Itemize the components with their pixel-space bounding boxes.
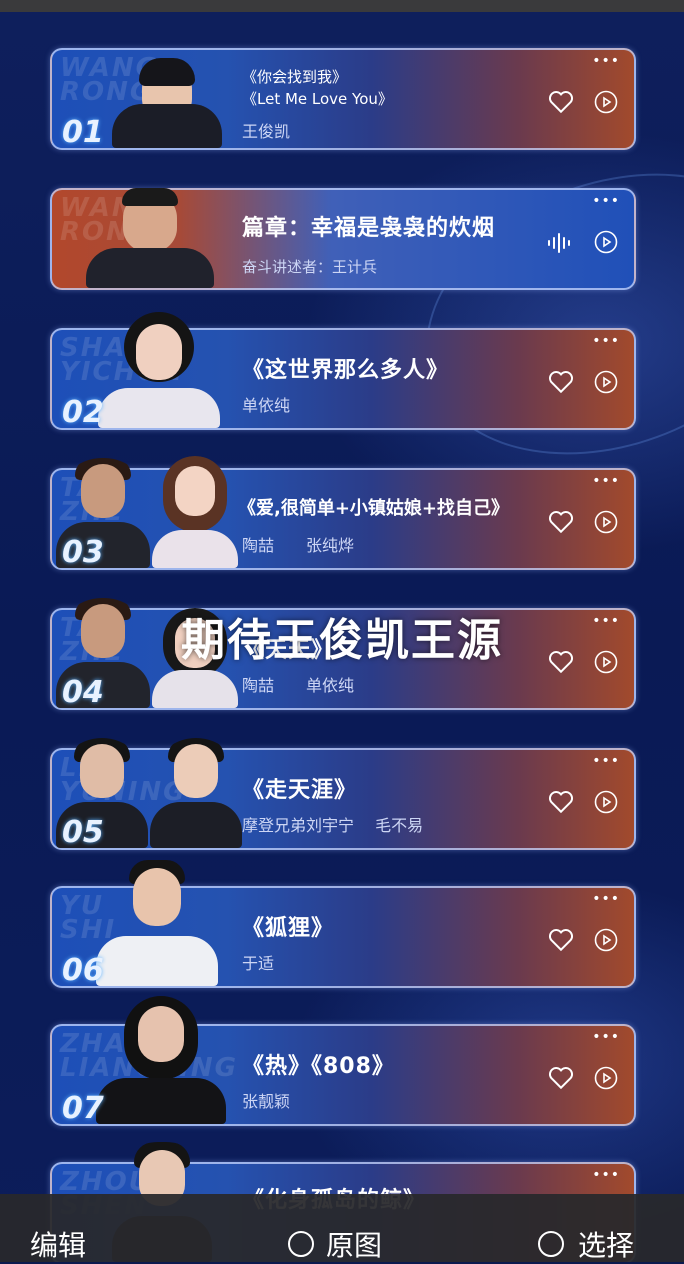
more-icon[interactable]: ••• [592,474,620,488]
performer-names: 陶喆 单依纯 [242,676,355,695]
radio-icon[interactable] [538,1231,564,1257]
more-icon[interactable]: ••• [592,194,620,208]
play-icon[interactable] [594,370,618,394]
performer-photo-2 [152,456,238,568]
song-title-en: 《Let Me Love You》 [242,90,393,108]
program-card-06[interactable]: YU SHI 06 《狐狸》 于适 ••• [50,860,636,988]
radio-icon[interactable] [288,1231,314,1257]
original-image-toggle[interactable]: 原图 [288,1224,382,1264]
performer-names: 陶喆 张纯烨 [242,536,355,555]
more-icon[interactable]: ••• [592,892,620,906]
heart-icon[interactable] [548,370,574,394]
program-card-07[interactable]: ZHANGLIANGYING 07 《热》《808》 张靓颖 ••• [50,996,636,1126]
program-card-narration[interactable]: WANG RONG 篇章：幸福是袅袅的炊烟 奋斗讲述者：王计兵 ••• [50,188,636,290]
card-number: 07 [62,1091,104,1126]
edit-button[interactable]: 编辑 [30,1224,86,1264]
performer-name: 王俊凯 [242,122,291,141]
song-title: 《走天涯》 [242,778,358,803]
original-image-label: 原图 [326,1229,383,1262]
play-icon[interactable] [594,90,618,114]
decorative-swoosh [386,124,684,504]
heart-icon[interactable] [548,510,574,534]
performer-photo [112,48,222,148]
play-icon[interactable] [594,928,618,952]
more-icon[interactable]: ••• [592,1030,620,1044]
performer-photo [96,860,218,986]
performer-name: 于适 [242,954,275,973]
overlay-caption: 期待王俊凯王源 [181,615,503,666]
card-number: 05 [62,815,104,850]
program-card-05[interactable]: LIUYUNING 05 《走天涯》 摩登兄弟刘宇宁 毛不易 ••• [50,738,636,850]
song-title: 《这世界那么多人》 [242,358,450,383]
bottom-toolbar: 编辑 原图 选择 [0,1194,684,1262]
program-card-01[interactable]: WANG RONG 01 《你会找到我》 《Let Me Love You》 王俊… [50,48,636,150]
play-icon[interactable] [594,510,618,534]
more-icon[interactable]: ••• [592,754,620,768]
heart-icon[interactable] [548,790,574,814]
play-icon[interactable] [594,1066,618,1090]
song-title: 《爱,很简单+小镇姑娘+找自己》 [238,498,510,519]
song-title: 《你会找到我》 [242,68,348,86]
select-toggle[interactable]: 选择 [538,1224,634,1264]
more-icon[interactable]: ••• [592,1168,620,1182]
song-title: 《热》《808》 [242,1054,395,1079]
audio-wave-icon [548,233,570,253]
card-number: 06 [62,953,104,988]
song-title: 《狐狸》 [242,916,335,941]
more-icon[interactable]: ••• [592,54,620,68]
select-label: 选择 [578,1229,635,1262]
card-number: 01 [62,115,104,150]
play-icon[interactable] [594,230,618,254]
card-number: 03 [62,535,104,570]
narrator-photo [86,188,214,288]
heart-icon[interactable] [548,90,574,114]
play-icon[interactable] [594,790,618,814]
heart-icon[interactable] [548,928,574,952]
program-list-screen: WANG RONG 01 《你会找到我》 《Let Me Love You》 王俊… [0,12,684,1262]
more-icon[interactable]: ••• [592,334,620,348]
card-number: 04 [62,675,104,710]
performer-photo [98,312,220,428]
program-card-02[interactable]: SHAN YICHUN 02 《这世界那么多人》 单依纯 ••• [50,312,636,430]
chapter-title: 篇章：幸福是袅袅的炊烟 [242,216,496,241]
status-strip [0,0,684,12]
program-card-03[interactable]: TAOZHE 03 《爱,很简单+小镇姑娘+找自己》 陶喆 张纯烨 ••• [50,456,636,570]
performer-name: 单依纯 [242,396,291,415]
performer-photo-2 [150,738,242,848]
heart-icon[interactable] [548,1066,574,1090]
performer-name: 张靓颖 [242,1092,291,1111]
narrator-name: 奋斗讲述者：王计兵 [242,258,378,276]
performer-photo [96,996,226,1124]
performer-names: 摩登兄弟刘宇宁 毛不易 [242,816,424,835]
card-number: 02 [62,395,104,430]
